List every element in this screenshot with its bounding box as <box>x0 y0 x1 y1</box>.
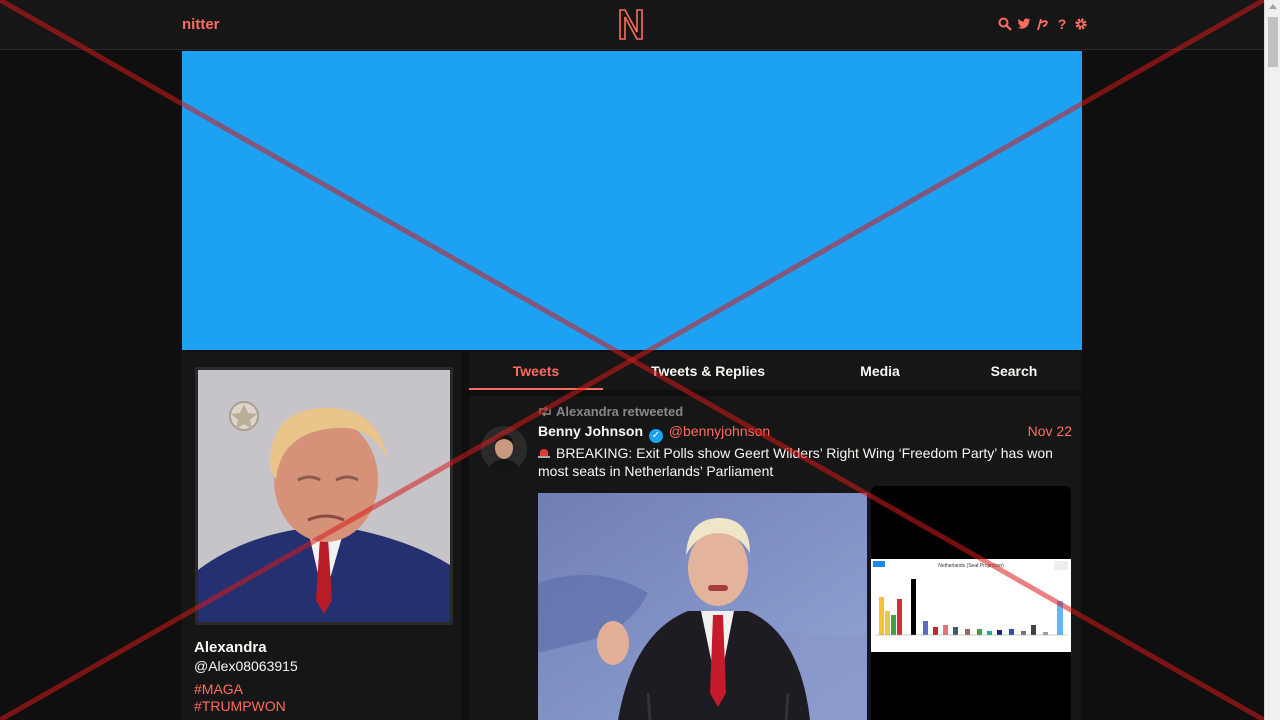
scroll-up-arrow-icon[interactable] <box>1269 4 1277 9</box>
verified-icon: ✓ <box>648 429 663 443</box>
tweet-media-photo[interactable] <box>538 493 867 720</box>
profile-name[interactable]: Alexandra <box>194 639 267 656</box>
chart-image-title: Netherlands (Seat Projection) <box>938 563 1004 569</box>
retweet-header: Alexandra retweeted <box>538 404 683 419</box>
tweet-avatar[interactable] <box>481 426 527 472</box>
nav-icons: ? <box>998 16 1088 32</box>
tab-tweets[interactable]: Tweets <box>469 352 603 390</box>
gear-icon[interactable] <box>1074 16 1088 32</box>
profile-handle[interactable]: @Alex08063915 <box>194 658 298 674</box>
profile-bio: #MAGA #TRUMPWON <box>194 681 286 715</box>
seat-projection-chart-image: Netherlands (Seat Projection) <box>871 559 1071 652</box>
timeline: Alexandra retweeted Benny Johnson ✓ @ben… <box>469 396 1081 720</box>
vertical-scrollbar[interactable] <box>1264 0 1280 720</box>
tab-media[interactable]: Media <box>839 352 921 390</box>
retweet-icon <box>539 406 551 417</box>
tweet-fullname[interactable]: Benny Johnson <box>538 423 643 439</box>
chart-image-bars <box>879 579 1063 635</box>
siren-icon <box>538 449 550 458</box>
help-icon[interactable]: ? <box>1055 16 1069 32</box>
nitter-logo-icon[interactable] <box>617 8 645 41</box>
tab-search[interactable]: Search <box>975 352 1053 390</box>
tweet-text: BREAKING: Exit Polls show Geert Wilders’… <box>538 445 1053 479</box>
profile-card: Alexandra @Alex08063915 #MAGA #TRUMPWON <box>182 352 462 720</box>
navbar: nitter ? <box>0 0 1264 50</box>
search-icon[interactable] <box>998 16 1012 32</box>
profile-avatar[interactable] <box>195 367 453 625</box>
profile-photo <box>198 370 450 622</box>
tweet-header: Benny Johnson ✓ @bennyjohnson Nov 22 <box>538 423 1072 443</box>
timeline-tabs: Tweets Tweets & Replies Media Search <box>469 352 1081 390</box>
retweet-label: Alexandra retweeted <box>556 404 684 419</box>
speaker-photo <box>538 493 867 720</box>
brand-link[interactable]: nitter <box>182 16 220 33</box>
hashtag-link[interactable]: #MAGA <box>194 681 286 698</box>
twitter-bird-icon[interactable] <box>1017 16 1031 32</box>
tweet-date[interactable]: Nov 22 <box>1028 423 1072 439</box>
scroll-thumb[interactable] <box>1268 17 1278 67</box>
tweet-media-chart[interactable]: Netherlands (Seat Projection) <box>871 486 1071 720</box>
profile-banner[interactable] <box>182 51 1082 350</box>
rss-icon[interactable] <box>1036 16 1050 32</box>
tweet-username[interactable]: @bennyjohnson <box>669 423 770 439</box>
tweet-content: BREAKING: Exit Polls show Geert Wilders’… <box>538 444 1072 480</box>
tweet-avatar-photo <box>481 426 527 472</box>
tab-tweets-and-replies[interactable]: Tweets & Replies <box>621 352 795 390</box>
hashtag-link[interactable]: #TRUMPWON <box>194 698 286 715</box>
